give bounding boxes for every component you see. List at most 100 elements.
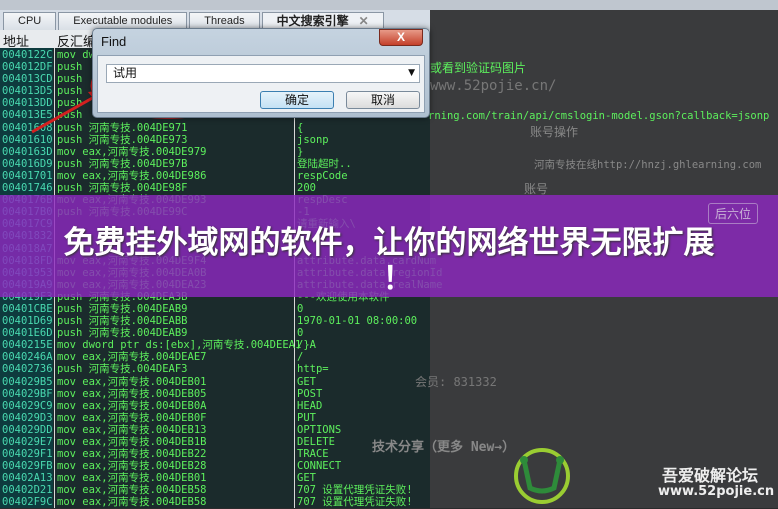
row-address: 004029DD: [2, 423, 53, 436]
find-dialog: Find X 试用 ▼ 确定 取消: [92, 28, 430, 118]
row-disasm: mov eax,河南专技.004DEB05: [57, 387, 207, 400]
table-row[interactable]: 004029C9 mov eax,河南专技.004DEB0A HEAD: [0, 400, 778, 412]
table-row[interactable]: 004029F1 mov eax,河南专技.004DEB22 TRACE: [0, 448, 778, 460]
row-comment: 200: [297, 182, 316, 195]
row-disasm: mov dword ptr ds:[ebx],河南专技.004DEEA1: [57, 339, 302, 352]
row-address: 00402A13: [2, 472, 53, 485]
header-disasm[interactable]: 反汇编: [57, 31, 96, 50]
table-row[interactable]: 004016D9 push 河南专技.004DE97B 登陆超时..: [0, 158, 778, 170]
row-disasm: push: [57, 97, 83, 110]
row-comment: 0: [297, 327, 304, 340]
row-address: 00402736: [2, 363, 53, 376]
header-address[interactable]: 地址: [3, 31, 29, 50]
row-disasm: mov eax,河南专技.004DEB01: [57, 375, 207, 388]
row-disasm: mov eax,河南专技.004DEB0A: [57, 399, 207, 412]
row-address: 004029D3: [2, 411, 53, 424]
table-row[interactable]: 004029DD mov eax,河南专技.004DEB13 OPTIONS: [0, 424, 778, 436]
row-disasm: mov dw: [57, 49, 95, 61]
row-disasm: mov eax,河南专技.004DE986: [57, 169, 207, 182]
dialog-title: Find: [101, 34, 127, 49]
row-disasm: mov eax,河南专技.004DEB28: [57, 460, 207, 473]
row-address: 0040122C: [2, 49, 53, 61]
row-address: 004029C9: [2, 399, 53, 412]
table-row[interactable]: 00401701 mov eax,河南专技.004DE986 respCode: [0, 170, 778, 182]
row-comment: respCode: [297, 169, 348, 182]
table-row[interactable]: 004029B5 mov eax,河南专技.004DEB01 GET: [0, 376, 778, 388]
search-value: 试用: [113, 66, 138, 80]
row-comment: }: [297, 145, 304, 158]
row-address: 0040163D: [2, 145, 53, 158]
row-disasm: push: [57, 85, 83, 98]
row-address: 004013E5: [2, 109, 53, 122]
row-disasm: push 河南专技.004DEAF3: [57, 363, 188, 376]
table-row[interactable]: 004029E7 mov eax,河南专技.004DEB1B DELETE: [0, 436, 778, 448]
row-comment: http=: [297, 363, 329, 376]
row-comment: DELETE: [297, 436, 335, 448]
table-row[interactable]: 00401608 push 河南专技.004DE971 {: [0, 122, 778, 134]
row-disasm: mov eax,河南专技.004DEB0F: [57, 411, 207, 424]
table-row[interactable]: 00401610 push 河南专技.004DE973 jsonp: [0, 134, 778, 146]
row-disasm: push 河南专技.004DEABB: [57, 315, 188, 328]
row-comment: 1970-01-01 08:00:00: [297, 315, 418, 328]
row-address: 004029BF: [2, 387, 53, 400]
row-comment: PUT: [297, 411, 316, 424]
row-address: 004013D5: [2, 85, 53, 98]
table-row[interactable]: 00401D69 push 河南专技.004DEABB 1970-01-01 08:…: [0, 315, 778, 327]
title-banner: 免费挂外域网的软件，让你的网络世界无限扩展 ！: [0, 195, 778, 297]
row-comment: /: [297, 351, 304, 364]
watermark-logo-icon: [514, 448, 570, 504]
row-disasm: push 河南专技.004DE98F: [57, 182, 188, 195]
watermark-brand: 吾爱破解论坛: [662, 466, 759, 485]
row-disasm: mov eax,河南专技.004DEB13: [57, 423, 207, 436]
row-disasm: mov eax,河南专技.004DEB58: [57, 496, 207, 509]
row-address: 00401701: [2, 169, 53, 182]
dialog-close-button[interactable]: X: [379, 29, 423, 46]
web-last6-button[interactable]: 后六位: [708, 203, 759, 224]
row-address: 00401608: [2, 121, 53, 134]
row-address: 004029F1: [2, 448, 53, 461]
row-address: 00402D21: [2, 484, 53, 497]
search-input[interactable]: 试用 ▼: [106, 64, 420, 83]
row-disasm: mov eax,河南专技.004DEB1B: [57, 436, 207, 448]
row-disasm: push 河南专技.004DE973: [57, 133, 188, 146]
row-address: 00401D69: [2, 315, 53, 328]
row-disasm: mov eax,河南专技.004DEB01: [57, 472, 207, 485]
table-row[interactable]: 00401CBE push 河南专技.004DEAB9 0: [0, 303, 778, 315]
row-address: 004013CD: [2, 73, 53, 86]
row-address: 004013DD: [2, 97, 53, 110]
table-row[interactable]: 0040163D mov eax,河南专技.004DE979}: [0, 146, 778, 158]
row-address: 004016D9: [2, 157, 53, 170]
row-comment: 707 设置代理凭证失败!: [297, 496, 413, 509]
row-disasm: push 河南专技.004DE97B: [57, 157, 188, 170]
ok-button[interactable]: 确定: [260, 91, 334, 109]
row-comment: GET: [297, 472, 316, 485]
row-comment: /}A: [297, 339, 316, 352]
table-row[interactable]: 0040215E mov dword ptr ds:[ebx],河南专技.004D…: [0, 339, 778, 351]
dialog-body: 试用 ▼ 确定 取消: [97, 55, 425, 113]
row-comment: TRACE: [297, 448, 329, 461]
table-row[interactable]: 00401E6D push 河南专技.004DEAB9 0: [0, 327, 778, 339]
row-disasm: mov eax,河南专技.004DEB58: [57, 484, 207, 497]
table-row[interactable]: 004029BF mov eax,河南专技.004DEB05 POST: [0, 388, 778, 400]
toolbar: [0, 0, 778, 10]
row-disasm: mov eax,河南专技.004DEAE7: [57, 351, 207, 364]
tab-cpu[interactable]: CPU: [3, 12, 57, 30]
row-comment: 登陆超时..: [297, 157, 352, 170]
table-row[interactable]: 00401746 push 河南专技.004DE98F 200: [0, 182, 778, 194]
row-disasm: push: [57, 109, 83, 122]
table-row[interactable]: 004029D3 mov eax,河南专技.004DEB0F PUT: [0, 412, 778, 424]
row-address: 00401746: [2, 182, 53, 195]
row-disasm: push: [57, 61, 83, 74]
table-row[interactable]: 00402736 push 河南专技.004DEAF3 http=: [0, 363, 778, 375]
row-comment: OPTIONS: [297, 423, 342, 436]
row-comment: {: [297, 121, 304, 134]
row-comment: 707 设置代理凭证失败!: [297, 484, 413, 497]
row-disasm: mov eax,河南专技.004DEB22: [57, 448, 207, 461]
row-disasm: push 河南专技.004DE971: [57, 121, 188, 134]
cancel-button[interactable]: 取消: [346, 91, 420, 109]
row-comment: jsonp: [297, 133, 329, 146]
table-row[interactable]: 0040246A mov eax,河南专技.004DEAE7 /: [0, 351, 778, 363]
chevron-down-icon[interactable]: ▼: [408, 65, 415, 82]
banner-headline-cont: ！: [382, 261, 414, 297]
row-comment: GET: [297, 375, 316, 388]
